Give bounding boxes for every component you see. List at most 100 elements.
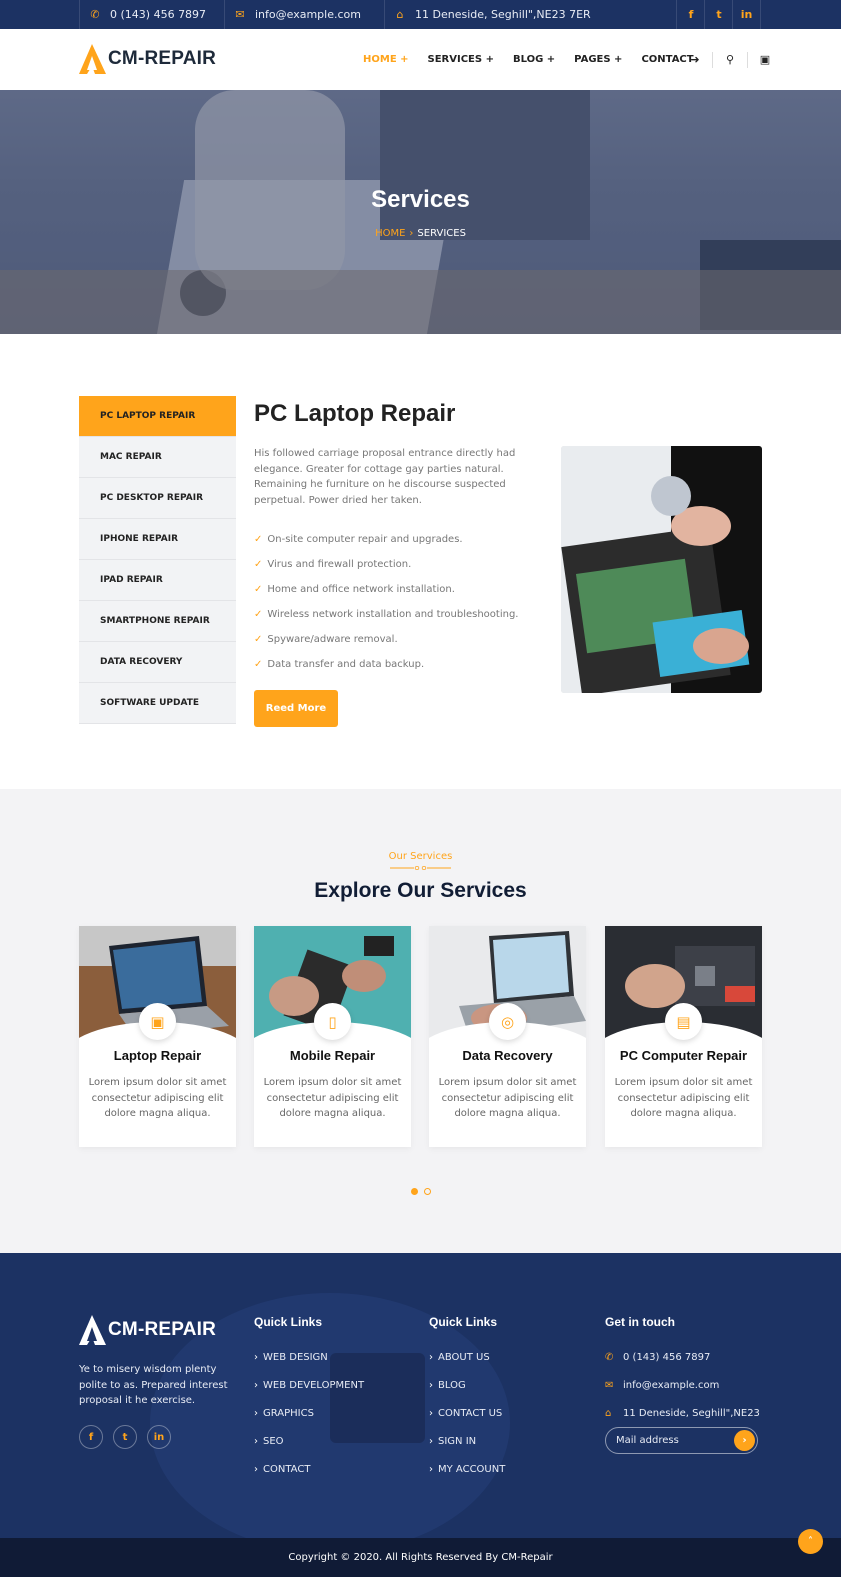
footer-quick-links-1: Quick Links › WEB DESIGN › WEB DEVELOPMENT… bbox=[254, 1315, 364, 1483]
laptop-repair-image bbox=[561, 446, 762, 693]
feature-list: ✓ On-site computer repair and upgrades. ✓… bbox=[254, 527, 544, 677]
service-card-title: Data Recovery bbox=[462, 1048, 553, 1063]
topbar-email[interactable]: ✉ info@example.com bbox=[224, 0, 384, 29]
chevron-right-icon: › bbox=[429, 1379, 433, 1391]
nav-pages[interactable]: PAGES + bbox=[574, 54, 622, 65]
service-card[interactable]: ▯ Mobile Repair Lorem ipsum dolor sit am… bbox=[254, 926, 411, 1147]
footer-link[interactable]: › WEB DEVELOPMENT bbox=[254, 1371, 364, 1399]
logo-mark-icon bbox=[79, 1315, 106, 1345]
service-menu-item[interactable]: DATA RECOVERY bbox=[79, 642, 236, 683]
search-icon[interactable]: ⚲ bbox=[713, 53, 747, 66]
twitter-icon[interactable]: t bbox=[704, 0, 733, 29]
home-icon: ⌂ bbox=[605, 1407, 612, 1419]
footer-social: f t in bbox=[79, 1425, 171, 1449]
read-more-button[interactable]: Reed More bbox=[254, 690, 338, 727]
footer-link[interactable]: › CONTACT bbox=[254, 1455, 364, 1483]
service-menu-item[interactable]: IPHONE REPAIR bbox=[79, 519, 236, 560]
linkedin-icon[interactable]: in bbox=[732, 0, 761, 29]
footer-link[interactable]: › ABOUT US bbox=[429, 1343, 505, 1371]
service-card[interactable]: ▣ Laptop Repair Lorem ipsum dolor sit am… bbox=[79, 926, 236, 1147]
service-menu-item[interactable]: SOFTWARE UPDATE bbox=[79, 683, 236, 724]
footer-logo[interactable]: CM-REPAIR bbox=[79, 1315, 216, 1345]
explore-services-section: Our Services Explore Our Services ▣ Lapt… bbox=[0, 789, 841, 1253]
chevron-right-icon: › bbox=[254, 1435, 258, 1447]
check-icon: ✓ bbox=[254, 659, 263, 670]
chevron-right-icon: › bbox=[409, 228, 414, 239]
share-icon[interactable]: ➜ bbox=[678, 53, 712, 66]
feature-item: ✓ Data transfer and data backup. bbox=[254, 659, 425, 670]
footer-link[interactable]: › BLOG bbox=[429, 1371, 505, 1399]
home-icon: ⌂ bbox=[396, 8, 404, 21]
footer-address: ⌂ 11 Deneside, Seghill",NE23 bbox=[605, 1407, 760, 1419]
service-card[interactable]: ▤ PC Computer Repair Lorem ipsum dolor s… bbox=[605, 926, 762, 1147]
logo[interactable]: CM-REPAIR bbox=[79, 44, 216, 74]
footer-email[interactable]: ✉ info@example.com bbox=[605, 1371, 760, 1399]
main-nav: HOME + SERVICES + BLOG + PAGES + CONTACT bbox=[363, 29, 694, 90]
footer-link[interactable]: › WEB DESIGN bbox=[254, 1343, 364, 1371]
page-hero: Services HOME › SERVICES bbox=[0, 90, 841, 334]
feature-item: ✓ Virus and firewall protection. bbox=[254, 559, 412, 570]
nav-home[interactable]: HOME + bbox=[363, 54, 409, 65]
bag-icon[interactable]: ▣ bbox=[748, 53, 782, 66]
data-recovery-icon: ◎ bbox=[489, 1003, 526, 1040]
footer-link[interactable]: › GRAPHICS bbox=[254, 1399, 364, 1427]
breadcrumb-current: SERVICES bbox=[417, 228, 466, 239]
service-menu-item[interactable]: SMARTPHONE REPAIR bbox=[79, 601, 236, 642]
carousel-dots bbox=[411, 1188, 431, 1195]
feature-item: ✓ Wireless network installation and troub… bbox=[254, 609, 519, 620]
section-subtitle: Our Services bbox=[388, 851, 453, 862]
logo-mark-icon bbox=[79, 44, 106, 74]
service-menu-item[interactable]: IPAD REPAIR bbox=[79, 560, 236, 601]
facebook-icon[interactable]: f bbox=[676, 0, 705, 29]
service-card-text: Lorem ipsum dolor sit amet consectetur a… bbox=[438, 1077, 577, 1119]
service-card-title: PC Computer Repair bbox=[619, 1048, 748, 1063]
service-menu-item[interactable]: MAC REPAIR bbox=[79, 437, 236, 478]
chevron-right-icon: › bbox=[429, 1435, 433, 1447]
service-menu-item[interactable]: PC LAPTOP REPAIR bbox=[79, 396, 236, 437]
facebook-icon[interactable]: f bbox=[79, 1425, 103, 1449]
footer-link[interactable]: › SEO bbox=[254, 1427, 364, 1455]
chevron-right-icon: › bbox=[254, 1379, 258, 1391]
copyright-text: Copyright © 2020. All Rights Reserved By… bbox=[288, 1552, 553, 1563]
newsletter-input[interactable]: Mail address › bbox=[605, 1427, 758, 1454]
feature-item: ✓ On-site computer repair and upgrades. bbox=[254, 534, 463, 545]
check-icon: ✓ bbox=[254, 634, 263, 645]
laptop-icon: ▣ bbox=[139, 1003, 176, 1040]
phone-icon: ✆ bbox=[605, 1351, 614, 1363]
footer-column-title: Get in touch bbox=[605, 1315, 675, 1329]
carousel-dot[interactable] bbox=[424, 1188, 431, 1195]
service-menu-item[interactable]: PC DESKTOP REPAIR bbox=[79, 478, 236, 519]
topbar-address: ⌂ 11 Deneside, Seghill",NE23 7ER bbox=[384, 0, 674, 29]
service-card-text: Lorem ipsum dolor sit amet consectetur a… bbox=[263, 1077, 402, 1119]
linkedin-icon[interactable]: in bbox=[147, 1425, 171, 1449]
twitter-icon[interactable]: t bbox=[113, 1425, 137, 1449]
check-icon: ✓ bbox=[254, 609, 263, 620]
check-icon: ✓ bbox=[254, 584, 263, 595]
carousel-dot[interactable] bbox=[411, 1188, 418, 1195]
service-card-title: Laptop Repair bbox=[113, 1048, 202, 1063]
nav-services[interactable]: SERVICES + bbox=[428, 54, 494, 65]
topbar-phone[interactable]: ✆ 0 (143) 456 7897 bbox=[79, 0, 231, 29]
section-title: Explore Our Services bbox=[314, 879, 527, 902]
site-footer: CM-REPAIR Ye to misery wisdom plenty pol… bbox=[0, 1253, 841, 1538]
service-card[interactable]: ◎ Data Recovery Lorem ipsum dolor sit am… bbox=[429, 926, 586, 1147]
check-icon: ✓ bbox=[254, 534, 263, 545]
phone-icon: ✆ bbox=[90, 8, 100, 21]
breadcrumb-home[interactable]: HOME bbox=[375, 228, 405, 239]
feature-item: ✓ Spyware/adware removal. bbox=[254, 634, 398, 645]
subscribe-button[interactable]: › bbox=[734, 1430, 755, 1451]
footer-phone[interactable]: ✆ 0 (143) 456 7897 bbox=[605, 1343, 760, 1371]
footer-link[interactable]: › MY ACCOUNT bbox=[429, 1455, 505, 1483]
check-icon: ✓ bbox=[254, 559, 263, 570]
footer-link[interactable]: › SIGN IN bbox=[429, 1427, 505, 1455]
title-divider bbox=[390, 866, 451, 870]
copyright-bar: Copyright © 2020. All Rights Reserved By… bbox=[0, 1538, 841, 1577]
nav-blog[interactable]: BLOG + bbox=[513, 54, 555, 65]
service-menu: PC LAPTOP REPAIR MAC REPAIR PC DESKTOP R… bbox=[79, 396, 236, 724]
footer-link[interactable]: › CONTACT US bbox=[429, 1399, 505, 1427]
chevron-right-icon: › bbox=[254, 1407, 258, 1419]
site-header: CM-REPAIR HOME + SERVICES + BLOG + PAGES… bbox=[0, 29, 841, 90]
scroll-to-top-button[interactable]: ˄ bbox=[798, 1529, 823, 1554]
page-title: Services bbox=[371, 186, 470, 213]
service-card-text: Lorem ipsum dolor sit amet consectetur a… bbox=[614, 1077, 753, 1119]
